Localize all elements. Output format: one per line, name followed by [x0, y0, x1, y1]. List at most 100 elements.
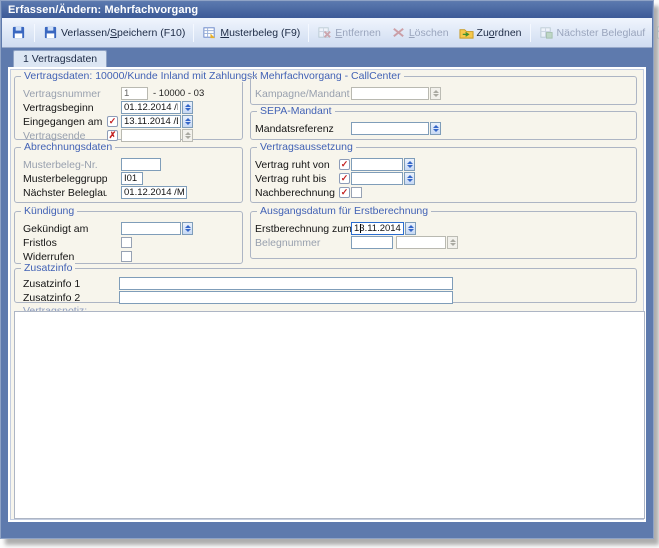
check-icon: ✓ [341, 160, 349, 169]
musterbeleg-nr-label: Musterbeleg-Nr. [23, 159, 107, 171]
kampagne-spinner [430, 87, 441, 100]
gekuendigt-label: Gekündigt am [23, 223, 107, 235]
group-kuendigung-title: Kündigung [21, 205, 77, 217]
eingegangen-toggle-button[interactable]: ✓ [107, 116, 118, 127]
title-bar: Erfassen/Ändern: Mehrfachvorgang [2, 2, 652, 18]
group-ausgangsdatum-title: Ausgangsdatum für Erstberechnung [257, 205, 431, 217]
widerrufen-checkbox[interactable] [121, 251, 132, 262]
eingegangen-spinner[interactable] [182, 115, 193, 128]
vertragsnummer-input[interactable] [121, 87, 148, 100]
zusatzinfo2-label: Zusatzinfo 2 [23, 292, 119, 304]
mandatsreferenz-row: Mandatsreferenz [251, 122, 636, 135]
erstberechnung-spinner[interactable] [405, 222, 416, 235]
entfernen-button: Entfernen [312, 22, 386, 44]
check-icon: ✓ [341, 188, 349, 197]
remove-grid-icon [317, 25, 332, 40]
reset-sheet-icon [655, 25, 659, 40]
tab-vertragsdaten[interactable]: 1 Vertragsdaten [13, 50, 107, 67]
ruht-bis-input[interactable] [351, 172, 403, 185]
zuordnen-label: Zuordnen [477, 27, 522, 39]
toolbar-separator [308, 24, 309, 42]
toolbar-separator [193, 24, 194, 42]
musterbeleggruppe-input[interactable] [121, 172, 143, 185]
vertragsnotiz-textarea[interactable] [14, 311, 645, 519]
belegnummer-label: Belegnummer [255, 237, 351, 249]
eingegangen-row: Eingegangen am ✓ [15, 115, 242, 128]
musterbeleggruppe-row: Musterbeleggruppe [15, 172, 242, 185]
verlassen-speichern-button[interactable]: Verlassen/Speichern (F10) [38, 22, 190, 44]
zuordnen-button[interactable]: Zuordnen [454, 22, 527, 44]
gekuendigt-input[interactable] [121, 222, 181, 235]
toolbar-separator [34, 24, 35, 42]
naechster-beleglauf-label: Nächster Beleglauf [557, 27, 646, 39]
save-icon [11, 25, 26, 40]
vertragsbeginn-row: Vertragsbeginn [15, 101, 242, 114]
check-icon: ✓ [109, 117, 117, 126]
mandatsreferenz-spinner[interactable] [430, 122, 441, 135]
naechster-beleglauf-field-label: Nächster Beleglauf [23, 187, 107, 199]
vertragsende-label: Vertragsende [23, 130, 107, 142]
group-zusatzinfo: Zusatzinfo Zusatzinfo 1 Zusatzinfo 2 [14, 268, 637, 303]
window-title: Erfassen/Ändern: Mehrfachvorgang [8, 4, 198, 16]
vertragsbeginn-spinner[interactable] [182, 101, 193, 114]
vertragsbeginn-label: Vertragsbeginn [23, 102, 107, 114]
zusatzinfo1-input[interactable] [119, 277, 453, 290]
group-abrechnungsdaten-title: Abrechnungsdaten [21, 141, 115, 153]
group-aussetzung-title: Vertragsaussetzung [257, 141, 356, 153]
delete-x-icon [391, 25, 406, 40]
group-sepa: SEPA-Mandant Mandatsreferenz [250, 111, 637, 140]
musterbeleg-nr-input[interactable] [121, 158, 161, 171]
vertragsnummer-row: Vertragsnummer - 10000 - 03 [15, 87, 242, 100]
content-frame: Vertragsdaten: 10000/Kunde Inland mit Za… [8, 67, 646, 522]
belegnummer-spinner [447, 236, 458, 249]
nachberechnung-checkbox[interactable] [351, 187, 362, 198]
erstberechnung-label: Erstberechnung zum [255, 223, 351, 235]
group-sepa-title: SEPA-Mandant [257, 105, 335, 117]
musterbeleg-label: Musterbeleg (F9) [220, 27, 300, 39]
erstberechnung-zuruecksetzen-button: Erstberechnung zurücksetzen [650, 22, 659, 44]
ruht-von-label: Vertrag ruht von [255, 159, 339, 171]
tab-vertragsdaten-label: 1 Vertragsdaten [23, 53, 97, 65]
tab-strip: 1 Vertragsdaten [2, 48, 652, 67]
widerrufen-label: Widerrufen [23, 251, 107, 263]
fristlos-label: Fristlos [23, 237, 107, 249]
cross-icon: ✗ [109, 131, 117, 140]
app-window: Erfassen/Ändern: Mehrfachvorgang Verlass… [0, 0, 654, 539]
musterbeleg-button[interactable]: Musterbeleg (F9) [197, 22, 305, 44]
next-run-grid-icon [539, 25, 554, 40]
naechster-beleglauf-input[interactable] [121, 186, 187, 199]
ruht-bis-label: Vertrag ruht bis [255, 173, 339, 185]
ruht-von-toggle-button[interactable]: ✓ [339, 159, 350, 170]
gekuendigt-row: Gekündigt am [15, 222, 242, 235]
ruht-von-input[interactable] [351, 158, 403, 171]
eingegangen-input[interactable] [121, 115, 181, 128]
fristlos-row: Fristlos [15, 236, 242, 249]
vertragsnummer-suffix: - 10000 - 03 [153, 88, 204, 99]
nachberechnung-label: Nachberechnung [255, 187, 339, 199]
vertragsbeginn-input[interactable] [121, 101, 181, 114]
verlassen-speichern-label: Verlassen/Speichern (F10) [61, 27, 185, 39]
mandatsreferenz-input[interactable] [351, 122, 429, 135]
save-button[interactable] [6, 22, 31, 44]
group-vertragsdaten: Vertragsdaten: 10000/Kunde Inland mit Za… [14, 76, 243, 140]
group-abrechnungsdaten: Abrechnungsdaten Musterbeleg-Nr. Musterb… [14, 147, 243, 203]
fristlos-checkbox[interactable] [121, 237, 132, 248]
vertragsende-toggle-button[interactable]: ✗ [107, 130, 118, 141]
ruht-bis-toggle-button[interactable]: ✓ [339, 173, 350, 184]
belegnummer-input-1[interactable] [351, 236, 393, 249]
ruht-von-spinner[interactable] [404, 158, 415, 171]
belegnummer-input-2[interactable] [396, 236, 446, 249]
erstberechnung-input[interactable] [351, 222, 404, 235]
group-zusatzinfo-title: Zusatzinfo [21, 262, 75, 274]
ruht-bis-spinner[interactable] [404, 172, 415, 185]
folder-assign-icon [459, 25, 474, 40]
gekuendigt-spinner[interactable] [182, 222, 193, 235]
naechster-beleglauf-button: Nächster Beleglauf [534, 22, 651, 44]
zusatzinfo2-input[interactable] [119, 291, 453, 304]
vertragsende-input[interactable] [121, 129, 181, 142]
save-exit-icon [43, 25, 58, 40]
nachberechnung-toggle-button[interactable]: ✓ [339, 187, 350, 198]
zusatzinfo2-row: Zusatzinfo 2 [15, 291, 636, 304]
kampagne-input[interactable] [351, 87, 429, 100]
mandatsreferenz-label: Mandatsreferenz [255, 123, 351, 135]
